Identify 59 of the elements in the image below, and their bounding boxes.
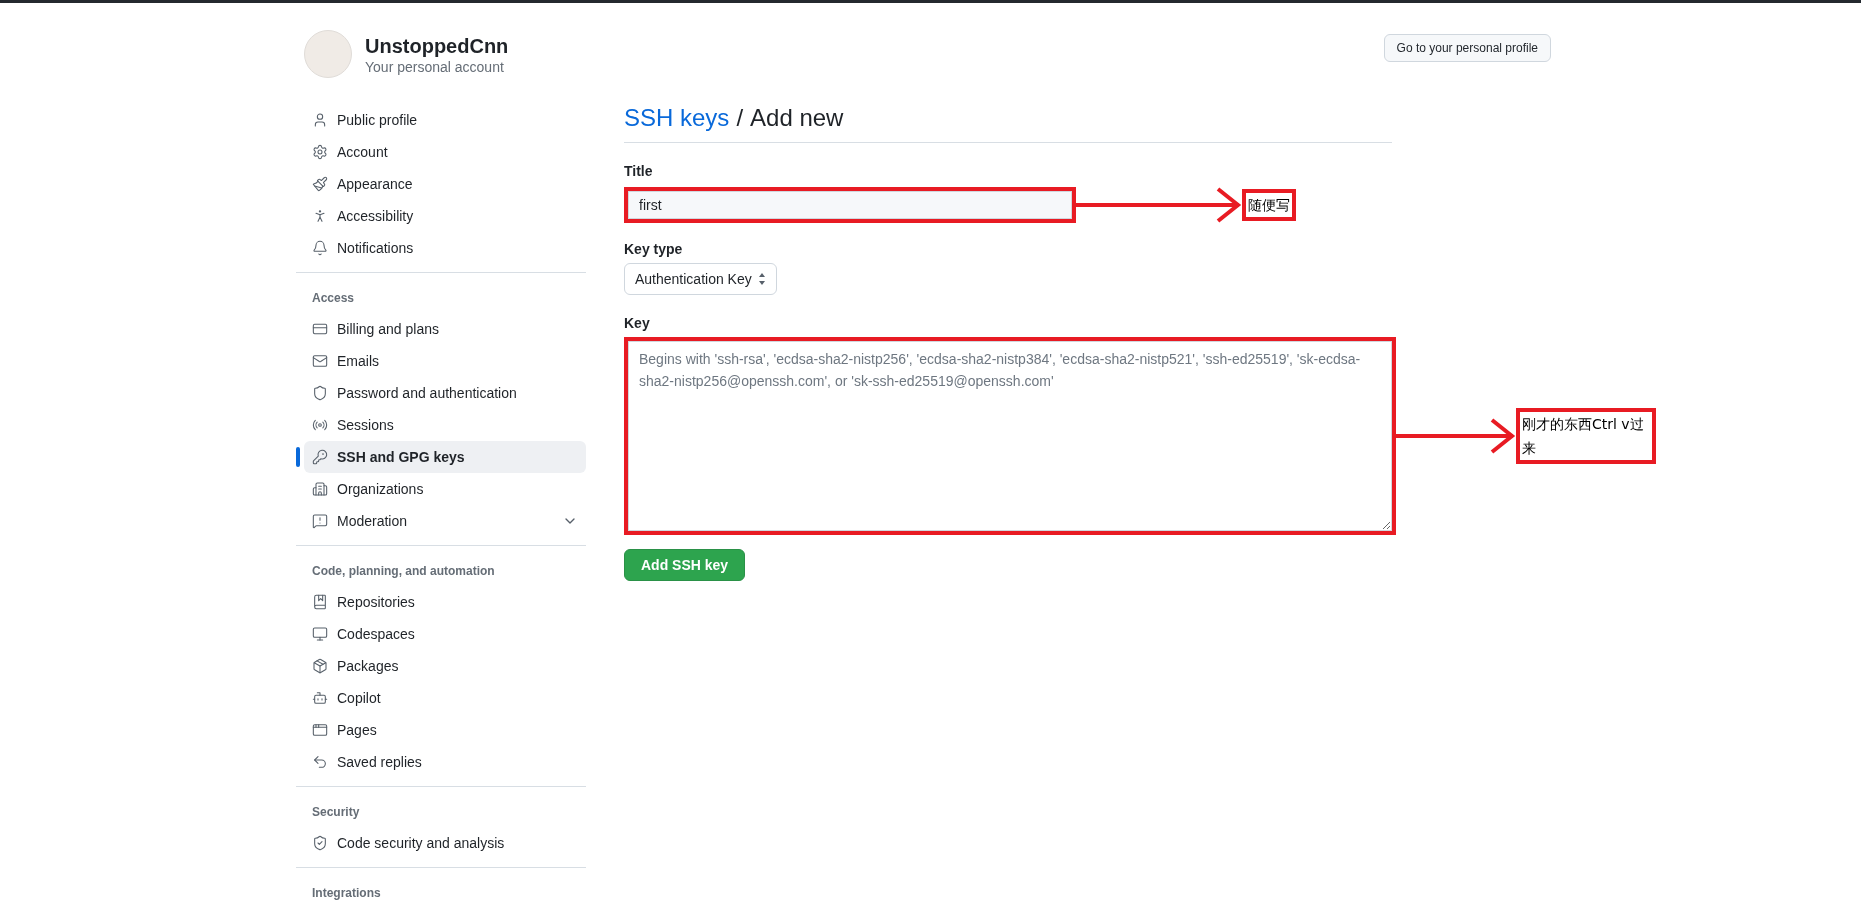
- sidebar-item[interactable]: Password and authentication: [304, 377, 586, 409]
- sidebar-item[interactable]: Code security and analysis: [304, 827, 586, 859]
- key-field[interactable]: Begins with 'ssh-rsa', 'ecdsa-sha2-nistp256', 'ecdsa-sha2-nistp384', 'ecdsa-sha2-nistp521', 'ssh-ed25519', 'sk-ecdsa-sha2-nistp256@openssh.com', or 'sk-ssh-ed25519@openssh.com': [628, 341, 1392, 531]
- sidebar-item[interactable]: Codespaces: [304, 618, 586, 650]
- figure-icon: [312, 208, 328, 224]
- sidebar-item[interactable]: Moderation: [304, 505, 586, 537]
- sidebar-item[interactable]: SSH and GPG keys: [304, 441, 586, 473]
- sidebar-item[interactable]: Appearance: [304, 168, 586, 200]
- annotation-note: 刚才的东西Ctrl v过来: [1516, 408, 1656, 464]
- paintbrush-icon: [312, 176, 328, 192]
- sidebar-item[interactable]: Copilot: [304, 682, 586, 714]
- sidebar-item[interactable]: Saved replies: [304, 746, 586, 778]
- broadcast-icon: [312, 417, 328, 433]
- sidebar-heading: Security: [311, 804, 361, 821]
- comment-alert-icon: [312, 513, 328, 529]
- gear-icon: [312, 144, 328, 160]
- selection-indicator: [296, 447, 300, 467]
- annotation-note: 随便写: [1242, 189, 1296, 221]
- account-subtitle: Your personal account: [365, 59, 505, 75]
- sidebar-item[interactable]: Public profile: [304, 104, 586, 136]
- card-icon: [312, 321, 328, 337]
- shield-icon: [312, 385, 328, 401]
- robot-icon: [312, 690, 328, 706]
- building-icon: [312, 481, 328, 497]
- breadcrumb-link[interactable]: SSH keys: [624, 104, 730, 132]
- field-label: Key type: [624, 241, 684, 257]
- sidebar-item[interactable]: Repositories: [304, 586, 586, 618]
- sidebar-item[interactable]: Emails: [304, 345, 586, 377]
- sidebar-item[interactable]: Pages: [304, 714, 586, 746]
- field-label: Key: [624, 315, 651, 331]
- sidebar-heading: Access: [311, 290, 356, 307]
- sidebar-item[interactable]: Packages: [304, 650, 586, 682]
- profile-button[interactable]: Go to your personal profile: [1383, 34, 1551, 62]
- sidebar-item[interactable]: Account: [304, 136, 586, 168]
- sidebar-heading: Integrations: [311, 885, 382, 902]
- book-icon: [312, 594, 328, 610]
- key-type-select[interactable]: Authentication Key: [624, 263, 777, 295]
- avatar: [304, 30, 352, 78]
- sidebar-item[interactable]: Sessions: [304, 409, 586, 441]
- sidebar-item[interactable]: Notifications: [304, 232, 586, 264]
- field-label: Title: [624, 163, 654, 179]
- sidebar-item[interactable]: Accessibility: [304, 200, 586, 232]
- sidebar-heading: Code, planning, and automation: [311, 563, 496, 580]
- title-field[interactable]: first: [628, 191, 1072, 219]
- breadcrumb-separator: /: [736, 104, 744, 132]
- monitor-icon: [312, 626, 328, 642]
- sidebar-item[interactable]: Billing and plans: [304, 313, 586, 345]
- sidebar-item[interactable]: Organizations: [304, 473, 586, 505]
- key-icon: [312, 449, 328, 465]
- envelope-icon: [312, 353, 328, 369]
- shield-icon: [312, 835, 328, 851]
- person-icon: [312, 112, 328, 128]
- account-name: UnstoppedCnn: [365, 34, 509, 59]
- up-down-caret-icon: [757, 272, 766, 286]
- window-icon: [312, 722, 328, 738]
- reply-arrow-icon: [312, 754, 328, 770]
- cube-icon: [312, 658, 328, 674]
- page-title: Add new: [750, 104, 844, 132]
- bell-icon: [312, 240, 328, 256]
